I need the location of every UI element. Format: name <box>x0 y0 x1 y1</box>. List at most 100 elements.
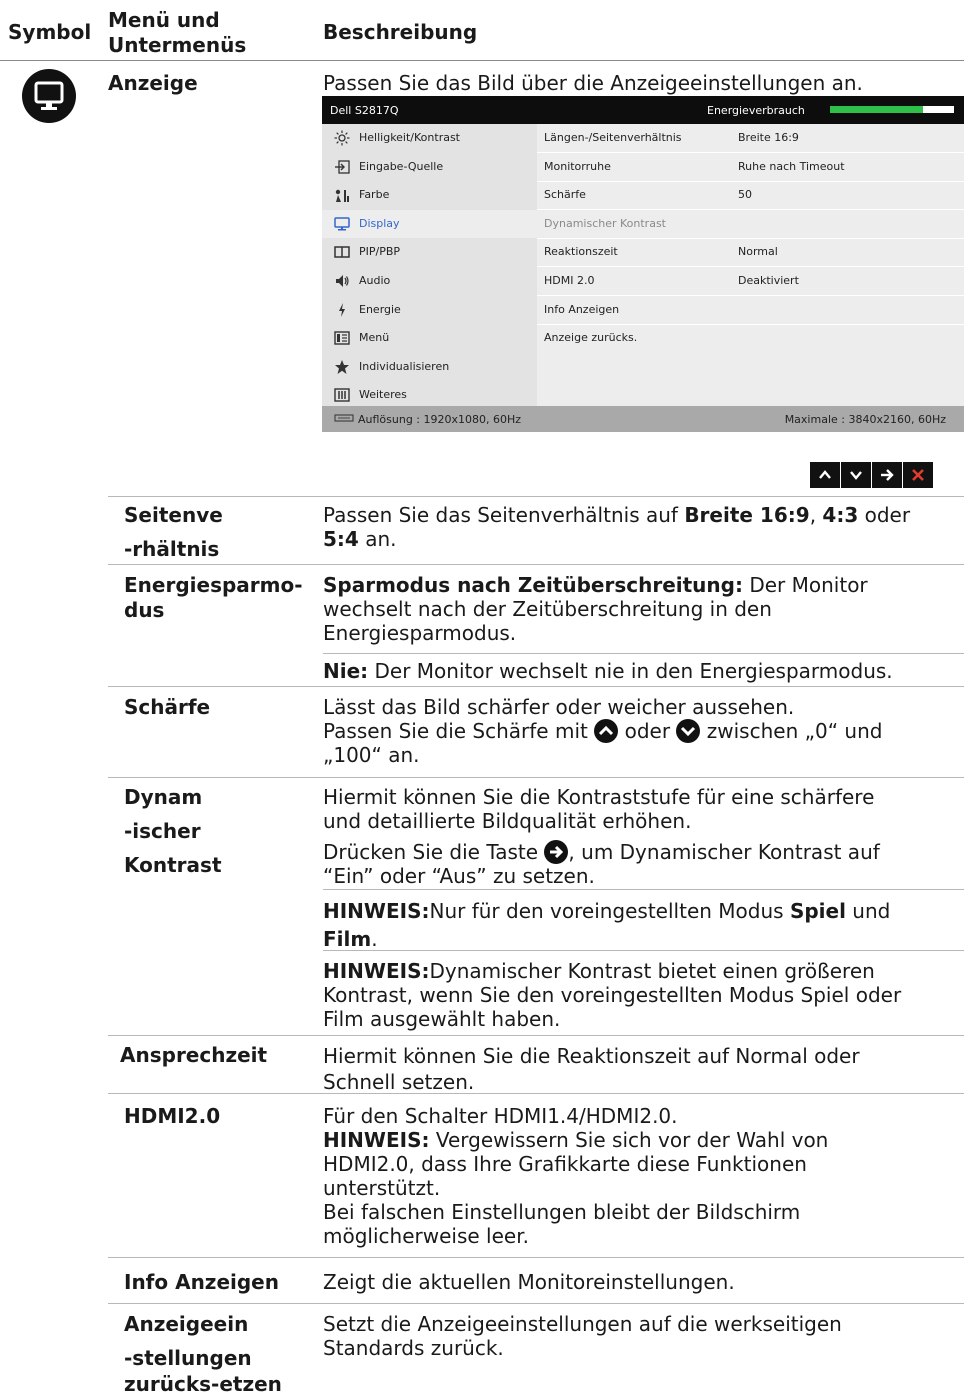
osd-menu-item[interactable]: Eingabe-Quelle <box>322 153 537 181</box>
osd-menu-item[interactable]: Individualisieren <box>322 353 537 381</box>
text: Bei falschen Einstellungen bleibt der Bi… <box>323 1200 801 1224</box>
osd-setting-name: Reaktionszeit <box>544 245 618 259</box>
text-bold: HINWEIS: <box>323 959 430 983</box>
text: Energiesparmodus. <box>323 621 517 645</box>
osd-menu-item[interactable]: Helligkeit/Kontrast <box>322 124 537 152</box>
enter-button-icon <box>544 840 569 864</box>
energy-icon <box>334 302 350 318</box>
osd-bottom-bar: Auflösung : 1920x1080, 60Hz Maximale : 3… <box>322 406 964 432</box>
others-icon <box>334 387 350 403</box>
text-bold: Spiel <box>789 899 846 923</box>
osd-setting-row: Dynamischer Kontrast <box>537 210 964 239</box>
osd-menu-item[interactable]: Audio <box>322 267 537 295</box>
osd-setting-row[interactable]: Anzeige zurücks. <box>537 324 964 352</box>
up-button-icon <box>594 719 619 743</box>
osd-setting-row[interactable]: HDMI 2.0 Deaktiviert <box>537 267 964 296</box>
osd-setting-row[interactable]: Reaktionszeit Normal <box>537 238 964 268</box>
row-energy-desc: Sparmodus nach Zeitüberschreitung: Der M… <box>323 573 953 645</box>
text: Standards zurück. <box>323 1336 504 1360</box>
nav-up-button[interactable] <box>810 462 840 488</box>
header-menu: Menü und Untermenüs <box>108 8 247 57</box>
osd-menu-item[interactable]: Menü <box>322 324 537 352</box>
osd-setting-row[interactable]: Längen-/Seitenverhältnis Breite 16:9 <box>537 124 964 153</box>
osd-setting-row[interactable]: Schärfe 50 <box>537 181 964 211</box>
row-rule <box>108 564 964 565</box>
text: an. <box>358 527 397 551</box>
text: „100“ an. <box>323 743 420 767</box>
row-aspect-name-1: Seitenve <box>124 503 223 527</box>
section-title: Anzeige <box>108 71 198 95</box>
text: Hiermit können Sie die Kontraststufe für… <box>323 785 875 809</box>
row-dyn-note1: HINWEIS:Nur für den voreingestellten Mod… <box>323 897 958 953</box>
text-bold: Nie: <box>323 659 369 683</box>
osd-setting-row[interactable]: Info Anzeigen <box>537 296 964 325</box>
osd-setting-name: Dynamischer Kontrast <box>544 216 666 230</box>
osd-menu-item[interactable]: Energie <box>322 296 537 324</box>
row-dyn-name-1: Dynam <box>124 785 203 809</box>
text: und <box>845 899 891 923</box>
osd-menu-item-label: Weiteres <box>359 388 407 402</box>
row-rule <box>108 686 964 687</box>
text: Schnell setzen. <box>323 1070 475 1094</box>
brightness-icon <box>334 130 350 146</box>
osd-max-resolution: Maximale : 3840x2160, 60Hz <box>784 413 946 426</box>
text: zwischen „0“ und <box>700 719 883 743</box>
row-sharpness-name: Schärfe <box>124 695 211 719</box>
chevron-up-icon <box>819 470 831 479</box>
text: wechselt nach der Zeitüberschreitung in … <box>323 597 772 621</box>
text: oder <box>858 503 911 527</box>
osd-menu-item-label: Helligkeit/Kontrast <box>359 131 460 144</box>
input-source-icon <box>334 159 350 175</box>
osd-setting-name: HDMI 2.0 <box>544 274 595 287</box>
text: Drücken Sie die Taste <box>323 840 545 864</box>
star-icon <box>334 359 350 375</box>
osd-energy-meter <box>830 106 954 113</box>
row-rule <box>108 1257 964 1258</box>
text: oder <box>618 719 677 743</box>
row-dyn-note2: HINWEIS:Dynamischer Kontrast bietet eine… <box>323 959 958 1031</box>
osd-menu-item-label: Individualisieren <box>359 359 450 373</box>
osd-menu-screenshot: Dell S2817Q Energieverbrauch Helligkeit/… <box>322 96 964 436</box>
nav-exit-button[interactable] <box>903 462 933 488</box>
osd-menu-item-label: Energie <box>359 302 401 316</box>
row-rule <box>323 653 964 654</box>
row-dyn-name-2: -ischer <box>124 819 201 843</box>
row-response-desc: Hiermit können Sie die Reaktionszeit auf… <box>323 1043 958 1095</box>
text: Lässt das Bild schärfer oder weicher aus… <box>323 695 795 719</box>
nav-enter-button[interactable] <box>872 462 902 488</box>
row-response-name: Ansprechzeit <box>120 1043 268 1067</box>
down-button-icon <box>676 719 701 743</box>
text: Film ausgewählt haben. <box>323 1007 561 1031</box>
osd-setting-value: Ruhe nach Timeout <box>738 159 845 173</box>
nav-down-button[interactable] <box>841 462 871 488</box>
text: Nur für den voreingestellten Modus <box>429 899 790 923</box>
text-bold: HINWEIS: <box>323 1128 430 1152</box>
text-bold: Sparmodus nach Zeitüberschreitung: <box>323 573 743 597</box>
row-rule <box>108 496 964 497</box>
row-hdmi-name: HDMI2.0 <box>124 1104 221 1128</box>
text-bold: HINWEIS: <box>323 899 430 923</box>
osd-menu-item[interactable]: Farbe <box>322 181 537 209</box>
osd-menu-item[interactable]: PIP/PBP <box>322 238 537 266</box>
osd-model: Dell S2817Q <box>330 104 399 117</box>
row-sharpness-desc: Lässt das Bild schärfer oder weicher aus… <box>323 695 953 767</box>
osd-setting-value: 50 <box>738 188 752 202</box>
row-rule <box>323 889 964 890</box>
menu-icon <box>334 330 350 346</box>
text: Passen Sie das Seitenverhältnis auf <box>323 503 685 527</box>
row-reset-name-1: Anzeigeein <box>124 1312 249 1336</box>
osd-menu-item-label: Audio <box>359 274 391 287</box>
text: Der Monitor wechselt nie in den Energies… <box>368 659 893 683</box>
text-bold: Breite 16:9 <box>684 503 810 527</box>
row-reset-desc: Setzt die Anzeigeeinstellungen auf die w… <box>323 1312 958 1360</box>
row-aspect-name-2: -rhältnis <box>124 537 220 561</box>
row-rule <box>108 1303 964 1304</box>
osd-menu-item-label: Eingabe-Quelle <box>359 159 444 173</box>
osd-menu-item[interactable]: Display <box>322 209 537 238</box>
text: HDMI2.0, dass Ihre Grafikkarte diese Fun… <box>323 1152 807 1176</box>
osd-setting-row[interactable]: Monitorruhe Ruhe nach Timeout <box>537 153 964 182</box>
text: Kontrast, wenn Sie den voreingestellten … <box>323 983 902 1007</box>
row-reset-name-3: zurücks-etzen <box>124 1372 282 1396</box>
monitor-icon <box>22 69 76 123</box>
text: Vergewissern Sie sich vor der Wahl von <box>429 1128 829 1152</box>
